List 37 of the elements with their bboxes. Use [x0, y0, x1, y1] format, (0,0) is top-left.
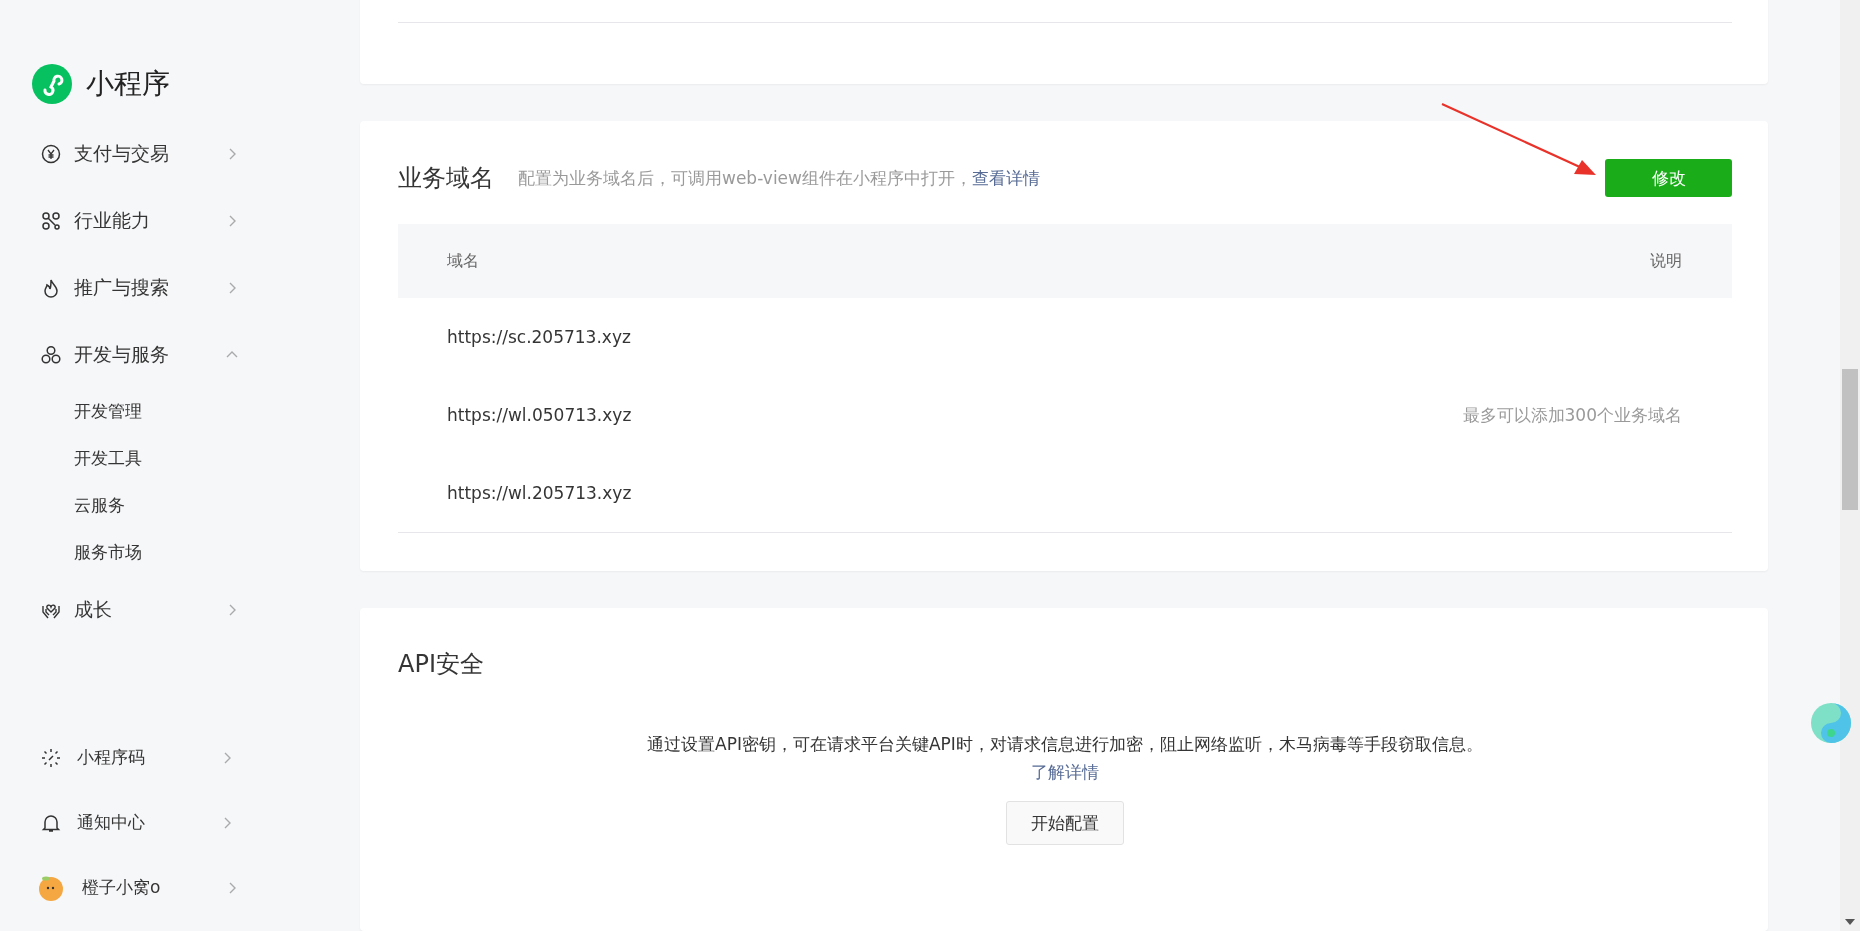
sidebar-subitem[interactable]: 开发工具 — [0, 435, 142, 482]
sidebar-subitem[interactable]: 开发管理 — [0, 388, 142, 435]
hexagons-icon — [41, 344, 61, 365]
sidebar-item[interactable]: 小程序码 — [0, 725, 360, 790]
column-header: 说明 — [1650, 250, 1682, 272]
learn-more-link[interactable]: 了解详情 — [1031, 758, 1099, 787]
sidebar-item[interactable]: 开发与服务 — [0, 321, 360, 388]
sparkle-code-icon — [41, 747, 61, 768]
details-link[interactable]: 查看详情 — [972, 167, 1040, 188]
sidebar-item[interactable]: 成长 — [0, 576, 360, 643]
swirl-orb-icon[interactable] — [1811, 703, 1851, 743]
sidebar-subitem[interactable]: 云服务 — [0, 482, 125, 529]
sidebar-item[interactable]: 支付与交易 — [0, 120, 360, 187]
sidebar-item[interactable]: 橙子小窝o — [0, 855, 360, 920]
table-cell: 最多可以添加300个业务域名 — [1462, 403, 1682, 427]
section-title: API安全 — [398, 649, 485, 681]
nodes-icon — [41, 210, 61, 231]
sidebar-item[interactable]: 通知中心 — [0, 790, 360, 855]
mini-program-logo-icon — [32, 64, 72, 104]
sidebar-item[interactable]: 推广与搜索 — [0, 254, 360, 321]
scrollbar[interactable] — [1840, 0, 1860, 931]
section-description: 通过设置API密钥，可在请求平台关键API时，对请求信息进行加密，阻止网络监听，木马病毒等手段窃取信息。 — [647, 733, 1483, 757]
bell-icon — [41, 812, 61, 833]
table-cell: https://sc.205713.xyz — [447, 327, 631, 348]
logo-title: 小程序 — [86, 66, 170, 102]
table-cell: https://wl.050713.xyz — [447, 405, 632, 426]
column-header: 域名 — [447, 250, 479, 272]
start-config-button[interactable]: 开始配置 — [1006, 801, 1124, 846]
flame-icon — [41, 277, 61, 298]
scrollbar-thumb[interactable] — [1842, 369, 1858, 510]
yen-icon — [41, 143, 61, 164]
sidebar-subitem[interactable]: 服务市场 — [0, 529, 142, 576]
sidebar-item[interactable]: 行业能力 — [0, 187, 360, 254]
scroll-down-icon[interactable] — [1845, 919, 1855, 925]
table-cell: https://wl.205713.xyz — [447, 483, 632, 504]
section-title: 业务域名 — [398, 163, 494, 195]
section-description: 配置为业务域名后，可调用web-view组件在小程序中打开，查看详情 — [518, 166, 1041, 190]
